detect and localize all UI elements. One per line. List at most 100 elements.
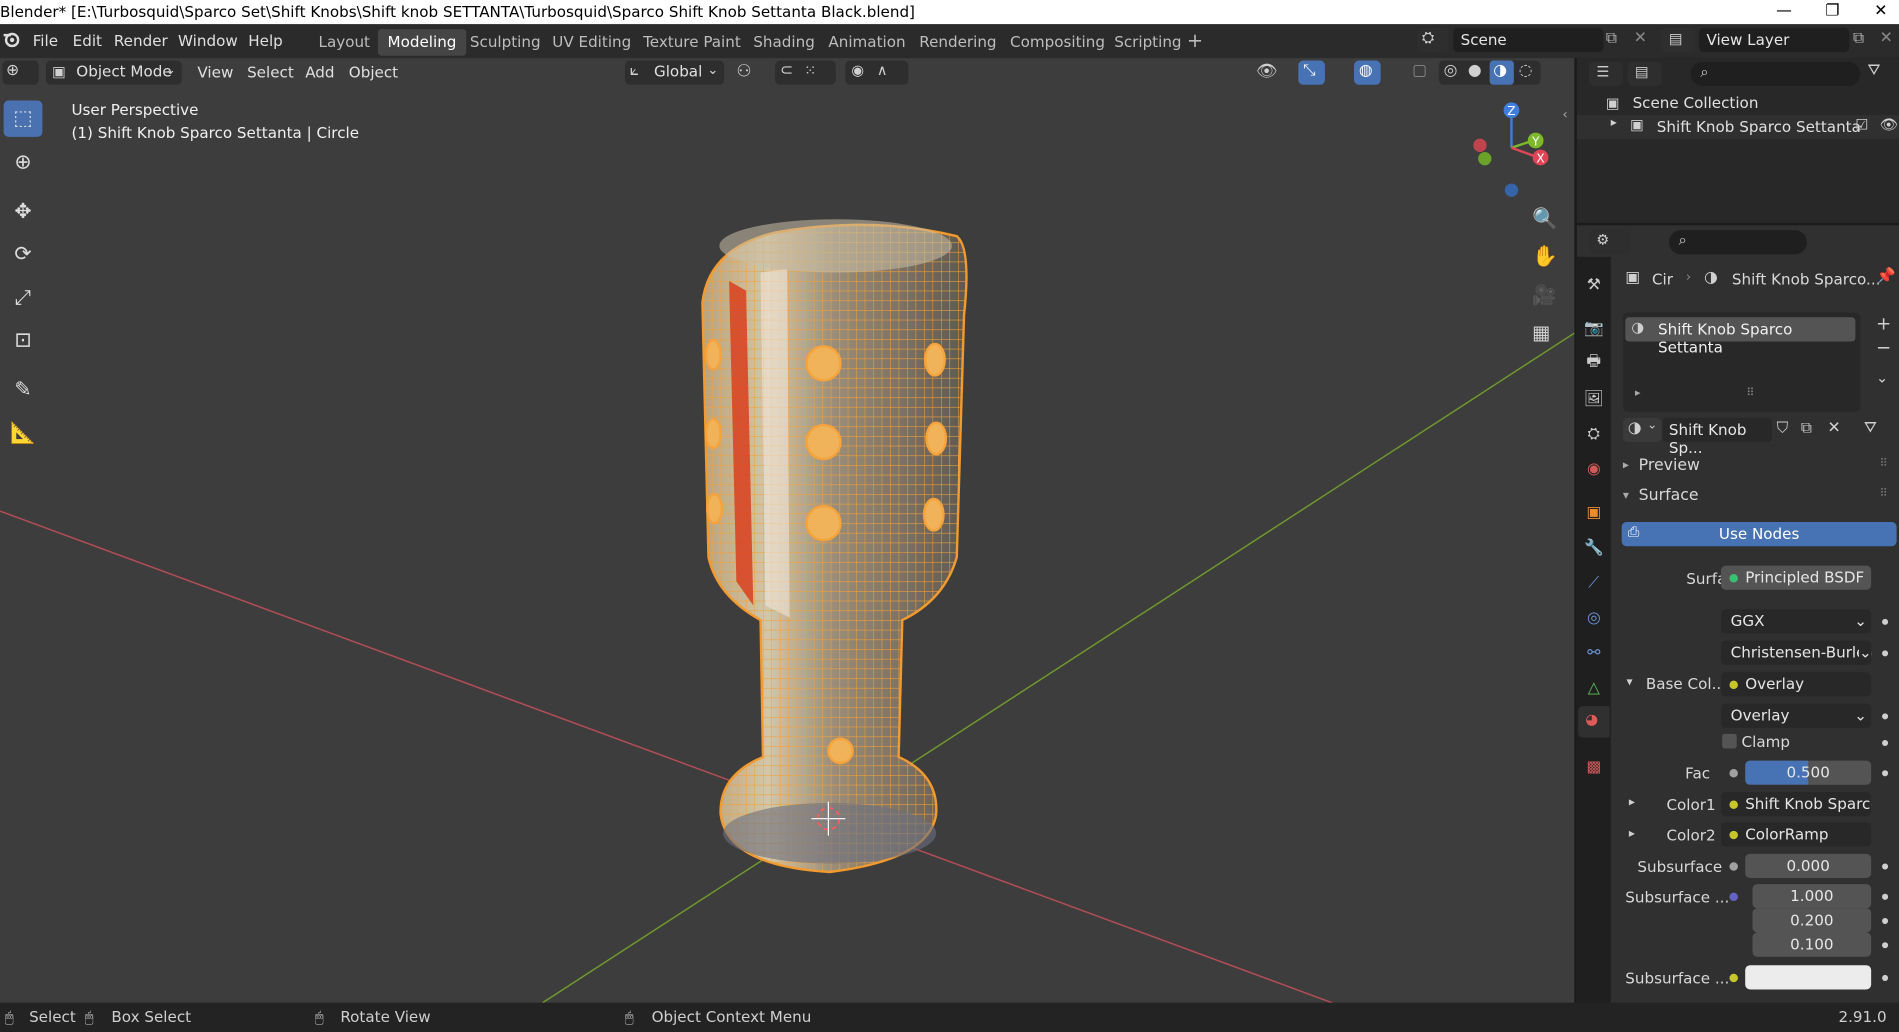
subsurface-color-swatch[interactable] [1745, 965, 1872, 990]
menu-render[interactable]: Render [114, 30, 168, 52]
collapsed-arrow-icon[interactable]: ▸ [1623, 459, 1629, 472]
annotate-tool[interactable]: ✎ [4, 372, 43, 408]
use-nodes-button[interactable]: ⎙ Use Nodes [1621, 521, 1897, 547]
tab-material[interactable]: ◕ [1578, 706, 1610, 738]
menu-edit[interactable]: Edit [73, 30, 102, 52]
solid-shading-icon[interactable]: ● [1468, 62, 1482, 80]
duplicate-view-layer-icon[interactable]: ⧉ [1853, 29, 1864, 47]
tab-uv-editing[interactable]: UV Editing [543, 29, 641, 56]
tab-shading[interactable]: Shading [744, 29, 825, 56]
color1-link-field[interactable]: Shift Knob Sparco ... [1720, 792, 1872, 817]
object-mode-dropdown[interactable]: ▣ Object Mode ⌄ [46, 60, 182, 85]
menu-view[interactable]: View [197, 61, 233, 85]
tab-animation[interactable]: Animation [819, 29, 916, 56]
remove-slot-icon[interactable]: − [1876, 337, 1891, 359]
tab-object[interactable]: ▣ [1577, 497, 1611, 528]
subsurface-value-field[interactable]: 0.000 [1745, 853, 1872, 879]
proportional-editing-toggle[interactable]: ◉ ∧ [845, 60, 909, 85]
shift-knob-mesh[interactable] [701, 219, 968, 874]
keyframe-dot-icon[interactable] [1882, 893, 1889, 900]
subsurface-radius-y-field[interactable]: 0.200 [1752, 908, 1872, 933]
outliner-row[interactable]: ▸ ▣ Shift Knob Sparco Settanta ☑ 👁 [1576, 115, 1899, 140]
restore-button[interactable]: ❐ [1814, 0, 1850, 24]
subsurface-method-dropdown[interactable]: Christensen-Burley ⌄ [1720, 640, 1872, 665]
expanded-arrow-icon[interactable]: ▾ [1623, 489, 1629, 502]
tab-tool[interactable]: ⚒ [1577, 269, 1611, 300]
material-slot-row[interactable]: ◑ Shift Knob Sparco Settanta [1625, 317, 1856, 356]
keyframe-dot-icon[interactable] [1882, 739, 1889, 747]
tab-data[interactable]: △ [1577, 672, 1611, 703]
scene-selector-button[interactable]: ⛭ [1416, 27, 1449, 53]
camera-view-icon[interactable]: 🎥 [1532, 283, 1556, 306]
tab-view-layer[interactable]: 🖼 [1577, 383, 1611, 414]
tab-sculpting[interactable]: Sculpting [460, 29, 550, 56]
select-box-tool[interactable]: ⬚ [3, 100, 43, 137]
display-mode-button[interactable]: ▤ [1627, 61, 1662, 86]
duplicate-scene-icon[interactable]: ⧉ [1606, 29, 1617, 47]
visibility-eye-icon[interactable]: 👁 [1256, 62, 1278, 81]
navigation-gizmo[interactable]: Z Y X [1463, 97, 1560, 206]
outliner-editor-type-button[interactable]: ☰ [1588, 61, 1623, 86]
fac-slider[interactable]: 0.500 [1745, 760, 1872, 785]
subsurface-radius-z-field[interactable]: 0.100 [1752, 932, 1872, 957]
tab-texture-paint[interactable]: Texture Paint [633, 29, 750, 56]
keyframe-dot-icon[interactable] [1882, 942, 1889, 949]
perspective-toggle-icon[interactable]: ▦ [1532, 321, 1550, 344]
expanded-arrow-icon[interactable]: ▾ [1627, 676, 1633, 689]
menu-add[interactable]: Add [305, 61, 334, 85]
wireframe-shading-icon[interactable]: ◎ [1444, 62, 1458, 80]
expand-arrow-icon[interactable]: ▸ [1635, 388, 1640, 400]
menu-select[interactable]: Select [247, 61, 294, 85]
drag-handle-icon[interactable]: ⠿ [1880, 458, 1888, 470]
tab-constraints[interactable]: ⚯ [1577, 637, 1611, 668]
3d-viewport[interactable] [0, 58, 1575, 1003]
color2-link-field[interactable]: ColorRamp [1720, 822, 1872, 847]
cursor-tool[interactable]: ⊕ [4, 144, 43, 180]
material-preview-shading-button[interactable]: ◑ [1489, 60, 1514, 85]
view-layer-selector-button[interactable]: ▤ [1661, 27, 1696, 53]
visibility-eye-icon[interactable]: 👁 [1880, 116, 1898, 133]
tab-compositing[interactable]: Compositing [1000, 29, 1114, 56]
blender-logo-icon[interactable] [2, 30, 20, 48]
collapsed-arrow-icon[interactable]: ▸ [1629, 827, 1635, 840]
move-tool[interactable]: ✥ [4, 194, 43, 230]
delete-scene-icon[interactable]: ✕ [1634, 29, 1647, 47]
exclude-checkbox-icon[interactable]: ☑ [1855, 116, 1868, 133]
keyframe-dot-icon[interactable] [1882, 974, 1889, 981]
menu-window[interactable]: Window [178, 30, 238, 52]
tab-modeling[interactable]: Modeling [377, 29, 467, 56]
collapsed-arrow-icon[interactable]: ▸ [1629, 796, 1635, 809]
menu-file[interactable]: File [33, 30, 58, 52]
tab-modifiers[interactable]: 🔧 [1577, 532, 1611, 563]
scale-tool[interactable]: ⤢ [4, 280, 43, 316]
zoom-icon[interactable]: 🔍 [1532, 207, 1558, 231]
view-layer-name-field[interactable]: View Layer [1699, 27, 1850, 53]
overlays-toggle[interactable]: ◍ [1354, 60, 1381, 85]
expand-arrow-icon[interactable]: ▸ [1611, 116, 1617, 129]
pan-hand-icon[interactable]: ✋ [1532, 245, 1558, 269]
delete-view-layer-icon[interactable]: ✕ [1880, 29, 1893, 47]
menu-object[interactable]: Object [349, 61, 398, 85]
duplicate-material-icon[interactable]: ⧉ [1801, 419, 1812, 437]
tab-render[interactable]: 📷 [1577, 312, 1611, 343]
properties-editor-type-button[interactable]: ⚙ [1588, 230, 1631, 255]
slot-specials-chevron-icon[interactable]: ⌄ [1876, 369, 1888, 386]
keyframe-dot-icon[interactable] [1882, 918, 1889, 925]
keyframe-dot-icon[interactable] [1882, 713, 1889, 720]
transform-orientation-dropdown[interactable]: ⟀ Global ⌄ [624, 60, 725, 85]
tab-rendering[interactable]: Rendering [910, 29, 1007, 56]
tab-scripting[interactable]: Scripting [1105, 29, 1192, 56]
preview-panel-header[interactable]: Preview [1639, 457, 1700, 475]
outliner-search-input[interactable]: ⌕ [1690, 61, 1861, 86]
unlink-material-icon[interactable]: ✕ [1828, 419, 1841, 437]
distribution-dropdown[interactable]: GGX ⌄ [1720, 609, 1872, 634]
minimize-button[interactable]: — [1766, 0, 1802, 24]
keyframe-dot-icon[interactable] [1882, 618, 1889, 625]
menu-help[interactable]: Help [248, 30, 283, 52]
surface-panel-header[interactable]: Surface [1639, 487, 1699, 505]
tab-output[interactable]: 🖶 [1577, 348, 1611, 379]
material-name-field[interactable]: Shift Knob Sp... [1662, 417, 1772, 457]
pivot-point-icon[interactable]: ⚇ [736, 62, 751, 81]
scene-collection-label[interactable]: Scene Collection [1633, 93, 1759, 111]
clamp-checkbox[interactable] [1722, 733, 1737, 749]
